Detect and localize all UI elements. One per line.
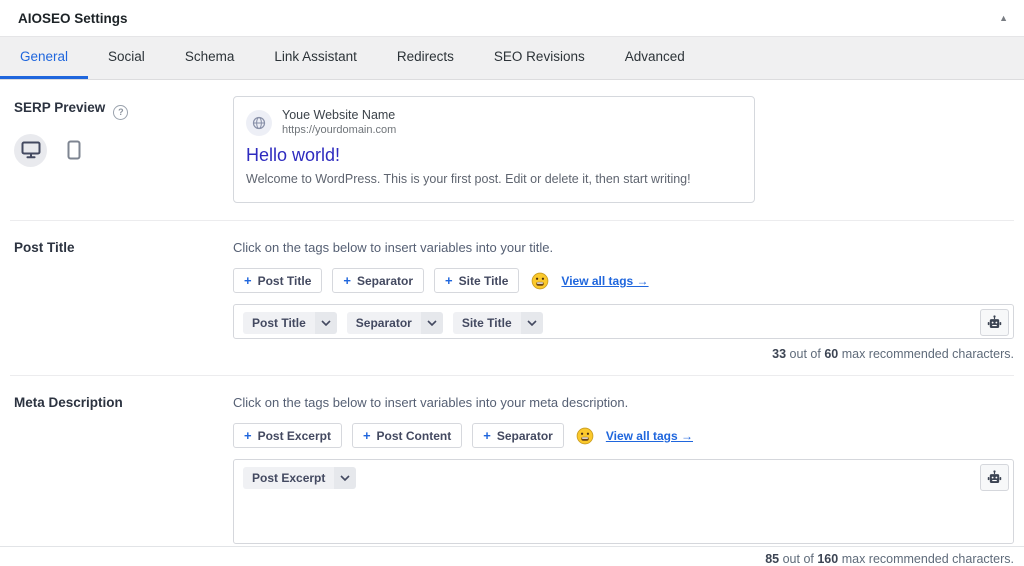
add-separator-tag-button[interactable]: + Separator [332, 268, 424, 293]
variable-pill-separator[interactable]: Separator [347, 312, 443, 334]
view-all-tags-link[interactable]: View all tags → [561, 274, 648, 288]
post-title-section: Post Title Click on the tags below to in… [0, 221, 1024, 361]
char-count-max: 60 [824, 347, 838, 361]
post-title-label: Post Title [14, 240, 75, 255]
tab-schema[interactable]: Schema [165, 37, 255, 79]
tab-seo-revisions[interactable]: SEO Revisions [474, 37, 605, 79]
meta-description-input[interactable]: Post Excerpt [233, 459, 1014, 544]
description-char-count: 85 out of 160 max recommended characters… [233, 552, 1014, 566]
pill-label: Site Title [453, 312, 521, 334]
tag-button-label: Post Excerpt [258, 429, 331, 443]
meta-description-section: Meta Description Click on the tags below… [0, 376, 1024, 566]
char-count-current: 33 [772, 347, 786, 361]
title-char-count: 33 out of 60 max recommended characters. [233, 347, 1014, 361]
tab-general[interactable]: General [0, 37, 88, 79]
serp-site-name: Youe Website Name [282, 108, 396, 124]
emoji-picker-button[interactable] [529, 272, 551, 290]
page-title: AIOSEO Settings [18, 11, 128, 26]
post-title-input[interactable]: Post Title Separator Site Title [233, 304, 1014, 339]
char-count-suffix: max recommended characters. [842, 552, 1014, 566]
view-all-tags-link[interactable]: View all tags → [606, 429, 693, 443]
plus-icon: + [483, 428, 491, 443]
variable-pill-site-title[interactable]: Site Title [453, 312, 543, 334]
chevron-down-icon [421, 312, 443, 334]
serp-preview-label: SERP Preview [14, 100, 105, 115]
char-count-suffix: max recommended characters. [842, 347, 1014, 361]
add-post-excerpt-tag-button[interactable]: + Post Excerpt [233, 423, 342, 448]
plus-icon: + [343, 273, 351, 288]
monitor-icon [21, 141, 41, 159]
add-separator-tag-button[interactable]: + Separator [472, 423, 564, 448]
tag-button-label: Site Title [459, 274, 509, 288]
tab-social[interactable]: Social [88, 37, 165, 79]
plus-icon: + [363, 428, 371, 443]
ai-generate-description-button[interactable] [980, 464, 1009, 491]
serp-preview-section: SERP Preview? [0, 80, 1024, 203]
meta-description-instruction: Click on the tags below to insert variab… [233, 391, 1014, 410]
serp-url: https://yourdomain.com [282, 124, 396, 138]
variable-pill-post-excerpt[interactable]: Post Excerpt [243, 467, 356, 489]
desktop-preview-button[interactable] [14, 134, 47, 167]
pill-label: Separator [347, 312, 421, 334]
pill-label: Post Excerpt [243, 467, 334, 489]
char-count-max: 160 [817, 552, 838, 566]
tab-redirects[interactable]: Redirects [377, 37, 474, 79]
mobile-preview-button[interactable] [57, 134, 90, 167]
tag-button-label: Separator [357, 274, 413, 288]
pill-label: Post Title [243, 312, 315, 334]
serp-result-title: Hello world! [246, 145, 742, 166]
plus-icon: + [244, 273, 252, 288]
robot-icon [987, 315, 1002, 331]
chevron-down-icon [521, 312, 543, 334]
robot-icon [987, 470, 1002, 486]
serp-result-description: Welcome to WordPress. This is your first… [246, 171, 742, 188]
plus-icon: + [244, 428, 252, 443]
help-icon[interactable]: ? [113, 105, 128, 120]
globe-icon [246, 110, 272, 136]
metabox-header: AIOSEO Settings ▲ [0, 0, 1024, 37]
tab-advanced[interactable]: Advanced [605, 37, 705, 79]
tag-button-label: Separator [497, 429, 553, 443]
settings-tabbar: General Social Schema Link Assistant Red… [0, 37, 1024, 80]
chevron-down-icon [315, 312, 337, 334]
tab-link-assistant[interactable]: Link Assistant [254, 37, 377, 79]
add-post-content-tag-button[interactable]: + Post Content [352, 423, 462, 448]
meta-description-label: Meta Description [14, 395, 123, 410]
plus-icon: + [445, 273, 453, 288]
collapse-panel-icon[interactable]: ▲ [995, 9, 1012, 27]
post-title-instruction: Click on the tags below to insert variab… [233, 236, 1014, 255]
chevron-down-icon [334, 467, 356, 489]
smiley-emoji-icon [531, 272, 549, 290]
tag-button-label: Post Title [258, 274, 312, 288]
smiley-emoji-icon [576, 427, 594, 445]
tag-button-label: Post Content [377, 429, 452, 443]
meta-description-tag-row: + Post Excerpt + Post Content + Separato… [233, 423, 1014, 448]
char-count-separator: out of [790, 347, 821, 361]
char-count-current: 85 [765, 552, 779, 566]
add-site-title-tag-button[interactable]: + Site Title [434, 268, 519, 293]
emoji-picker-button[interactable] [574, 427, 596, 445]
post-title-tag-row: + Post Title + Separator + Site Title [233, 268, 1014, 293]
variable-pill-post-title[interactable]: Post Title [243, 312, 337, 334]
serp-preview-card: Youe Website Name https://yourdomain.com… [233, 96, 755, 203]
add-post-title-tag-button[interactable]: + Post Title [233, 268, 322, 293]
ai-generate-title-button[interactable] [980, 309, 1009, 336]
mobile-phone-icon [67, 140, 81, 160]
char-count-separator: out of [783, 552, 814, 566]
